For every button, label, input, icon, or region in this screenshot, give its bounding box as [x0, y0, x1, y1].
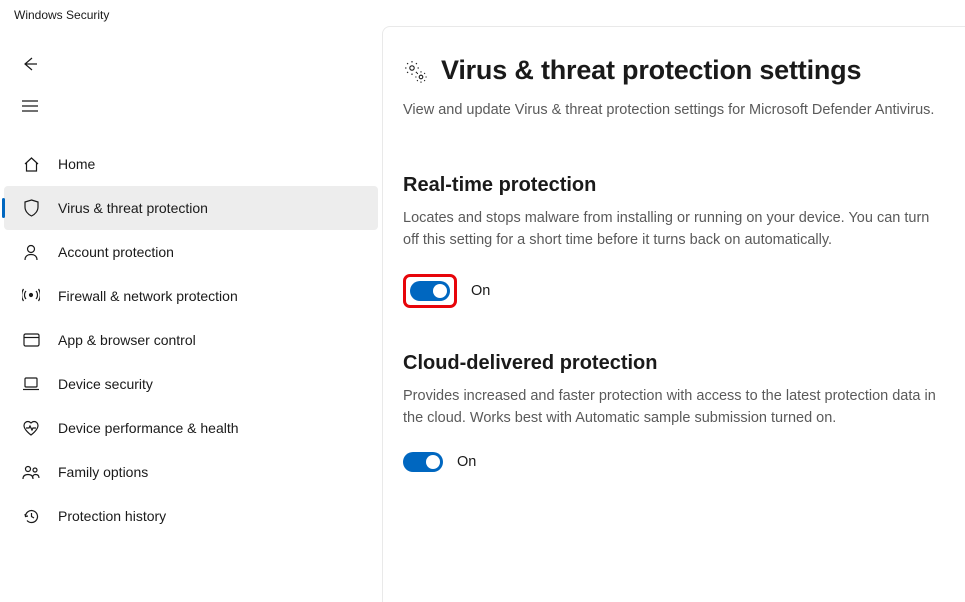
back-arrow-icon [22, 56, 38, 72]
section-title: Cloud-delivered protection [403, 352, 937, 375]
person-icon [22, 243, 40, 261]
sidebar-item-history[interactable]: Protection history [4, 494, 378, 538]
sidebar-item-family[interactable]: Family options [4, 450, 378, 494]
sidebar-item-label: Home [58, 156, 95, 172]
people-icon [22, 463, 40, 481]
sidebar-item-virus-threat[interactable]: Virus & threat protection [4, 186, 378, 230]
realtime-toggle[interactable] [410, 281, 450, 301]
shield-icon [22, 199, 40, 217]
app-title: Windows Security [0, 0, 965, 26]
antenna-icon [22, 287, 40, 305]
sidebar-item-label: Account protection [58, 244, 174, 260]
sidebar-item-label: Device performance & health [58, 420, 239, 436]
sidebar-item-label: Device security [58, 376, 153, 392]
page-subtitle: View and update Virus & threat protectio… [403, 100, 937, 122]
section-title: Real-time protection [403, 174, 937, 197]
section-description: Locates and stops malware from installin… [403, 207, 937, 252]
page-title: Virus & threat protection settings [441, 55, 861, 86]
cloud-toggle[interactable] [403, 452, 443, 472]
home-icon [22, 155, 40, 173]
sidebar-item-performance[interactable]: Device performance & health [4, 406, 378, 450]
gears-icon [403, 59, 427, 83]
laptop-icon [22, 375, 40, 393]
section-cloud: Cloud-delivered protection Provides incr… [403, 352, 937, 472]
window-icon [22, 331, 40, 349]
section-description: Provides increased and faster protection… [403, 385, 937, 430]
sidebar-item-home[interactable]: Home [4, 142, 378, 186]
sidebar-item-label: Protection history [58, 508, 166, 524]
back-button[interactable] [10, 46, 50, 82]
toggle-state-label: On [471, 283, 490, 299]
heart-pulse-icon [22, 419, 40, 437]
content-area: Virus & threat protection settings View … [382, 26, 965, 602]
sidebar-item-label: Family options [58, 464, 148, 480]
nav-menu-button[interactable] [10, 88, 50, 124]
sidebar-item-account[interactable]: Account protection [4, 230, 378, 274]
sidebar-item-app-browser[interactable]: App & browser control [4, 318, 378, 362]
history-icon [22, 507, 40, 525]
sidebar: Home Virus & threat protection Account p… [0, 26, 382, 602]
hamburger-icon [22, 100, 38, 112]
sidebar-item-label: Firewall & network protection [58, 288, 238, 304]
sidebar-item-firewall[interactable]: Firewall & network protection [4, 274, 378, 318]
sidebar-item-device-security[interactable]: Device security [4, 362, 378, 406]
sidebar-item-label: Virus & threat protection [58, 200, 208, 216]
sidebar-item-label: App & browser control [58, 332, 196, 348]
toggle-state-label: On [457, 454, 476, 470]
section-realtime: Real-time protection Locates and stops m… [403, 174, 937, 308]
